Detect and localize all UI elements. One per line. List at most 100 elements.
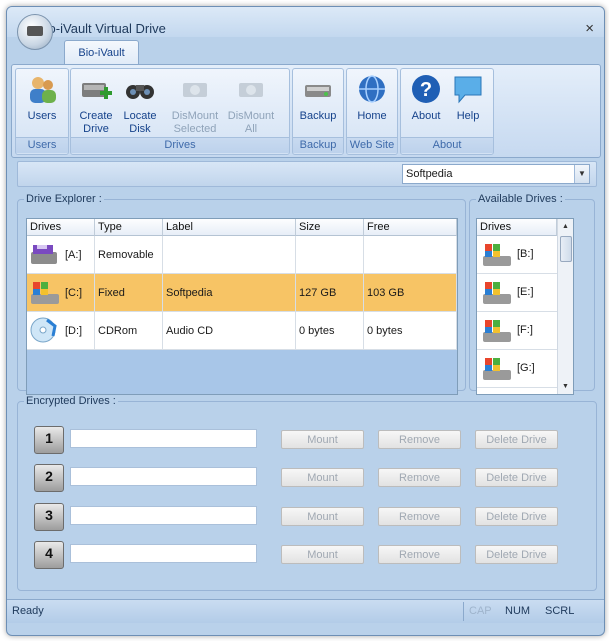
drive-cell: [A:] [27, 236, 95, 274]
group-label-backup: Backup [293, 137, 343, 153]
drive-letter: [C:] [65, 287, 83, 299]
mount-button[interactable]: Mount [281, 507, 364, 526]
column-header-drives[interactable]: Drives [27, 219, 95, 236]
drive-letter: [D:] [65, 325, 83, 337]
column-header-free[interactable]: Free [364, 219, 457, 236]
windows-drive-icon [483, 282, 511, 304]
group-label-web-site: Web Site [347, 137, 397, 153]
create-drive-button[interactable]: Create Drive [73, 73, 119, 136]
mount-button[interactable]: Mount [281, 545, 364, 564]
user-select-dropdown[interactable]: Softpedia ▼ [402, 164, 590, 184]
type-cell: Fixed [95, 274, 163, 312]
backup-icon [302, 73, 334, 105]
group-label-about: About [401, 137, 493, 153]
tab-bio-ivault[interactable]: Bio-iVault [64, 40, 139, 66]
size-cell: 127 GB [296, 274, 364, 312]
scroll-up-icon[interactable]: ▲ [558, 219, 573, 234]
status-divider [463, 602, 464, 621]
app-window: Bio-iVault Virtual Drive × Bio-iVault Us… [6, 6, 605, 636]
dismount-selected-icon [179, 73, 211, 105]
column-header-label[interactable]: Label [163, 219, 296, 236]
encrypted-drives-panel: Encrypted Drives : 1 Mount Remove Delete… [17, 395, 597, 591]
drive-letter: [B:] [517, 248, 534, 260]
list-item[interactable]: [E:] [477, 274, 557, 312]
drive-explorer-table: Drives Type Label Size Free [A:] Removab… [26, 218, 458, 395]
free-cell: 0 bytes [364, 312, 457, 350]
group-backup: Backup Backup [292, 68, 344, 155]
label-cell: Softpedia [163, 274, 296, 312]
group-users: Users Users [15, 68, 69, 155]
table-row-selected[interactable]: [C:] Fixed Softpedia 127 GB 103 GB [27, 274, 457, 312]
delete-drive-button[interactable]: Delete Drive [475, 507, 558, 526]
column-header-size[interactable]: Size [296, 219, 364, 236]
list-item[interactable]: [F:] [477, 312, 557, 350]
scroll-lock-indicator: SCRL [545, 605, 575, 617]
dismount-selected-label: DisMount Selected [171, 110, 219, 135]
ribbon-tabs: Bio-iVault [7, 37, 604, 66]
dismount-all-icon [235, 73, 267, 105]
mount-button[interactable]: Mount [281, 430, 364, 449]
drive-cell: [D:] [27, 312, 95, 350]
scroll-down-icon[interactable]: ▼ [558, 379, 573, 394]
application-menu-button[interactable] [17, 14, 53, 50]
locate-disk-button[interactable]: Locate Disk [117, 73, 163, 136]
home-button[interactable]: Home [349, 73, 395, 123]
delete-drive-button[interactable]: Delete Drive [475, 545, 558, 564]
available-drives-list: Drives [B:] [E:] [F:] [G:] ▲ ▼ [476, 218, 574, 395]
type-cell: CDRom [95, 312, 163, 350]
num-lock-indicator: NUM [505, 605, 531, 617]
table-row[interactable]: [D:] CDRom Audio CD 0 bytes 0 bytes [27, 312, 457, 350]
vertical-scrollbar[interactable]: ▲ ▼ [557, 219, 573, 394]
column-header-drives[interactable]: Drives [477, 219, 557, 236]
speech-bubble-icon [452, 73, 484, 105]
list-item[interactable]: [B:] [477, 236, 557, 274]
drive-cell: [C:] [27, 274, 95, 312]
scroll-thumb[interactable] [560, 236, 572, 262]
about-label: About [411, 110, 441, 122]
encrypted-drive-field[interactable] [70, 544, 257, 563]
available-drives-panel: Available Drives : Drives [B:] [E:] [F:]… [469, 193, 595, 395]
encrypted-drive-field[interactable] [70, 506, 257, 525]
drive-number-badge: 1 [34, 426, 64, 454]
delete-drive-button[interactable]: Delete Drive [475, 468, 558, 487]
encrypted-drive-field[interactable] [70, 467, 257, 486]
close-button[interactable]: × [585, 20, 594, 37]
dismount-selected-button[interactable]: DisMount Selected [167, 73, 223, 136]
list-item[interactable]: [G:] [477, 350, 557, 388]
size-cell [296, 236, 364, 274]
drive-explorer-legend: Drive Explorer : [26, 193, 102, 205]
remove-button[interactable]: Remove [378, 507, 461, 526]
drive-icon [27, 26, 43, 36]
backup-button[interactable]: Backup [295, 73, 341, 123]
about-button[interactable]: ? About [403, 73, 449, 123]
dismount-all-label: DisMount All [227, 110, 275, 135]
binoculars-icon [124, 73, 156, 105]
drive-explorer-panel: Drive Explorer : Drives Type Label Size … [17, 193, 466, 395]
column-header-type[interactable]: Type [95, 219, 163, 236]
label-cell: Audio CD [163, 312, 296, 350]
users-button[interactable]: Users [19, 73, 65, 123]
size-cell: 0 bytes [296, 312, 364, 350]
group-drives: Create Drive Locate Disk DisMount Select… [70, 68, 290, 155]
table-row[interactable]: [A:] Removable [27, 236, 457, 274]
group-label-drives: Drives [71, 137, 289, 153]
globe-icon [356, 73, 388, 105]
remove-button[interactable]: Remove [378, 545, 461, 564]
group-label-users: Users [16, 137, 68, 153]
encrypted-drive-slot: 1 Mount Remove Delete Drive [18, 426, 578, 456]
help-button[interactable]: Help [445, 73, 491, 123]
delete-drive-button[interactable]: Delete Drive [475, 430, 558, 449]
chevron-down-icon[interactable]: ▼ [574, 165, 589, 183]
status-bar: Ready CAP NUM SCRL [7, 599, 604, 623]
svg-text:?: ? [420, 79, 432, 101]
free-cell: 103 GB [364, 274, 457, 312]
type-cell: Removable [95, 236, 163, 274]
drive-letter: [G:] [517, 362, 535, 374]
remove-button[interactable]: Remove [378, 468, 461, 487]
dismount-all-button[interactable]: DisMount All [223, 73, 279, 136]
mount-button[interactable]: Mount [281, 468, 364, 487]
encrypted-drive-field[interactable] [70, 429, 257, 448]
encrypted-drives-legend: Encrypted Drives : [26, 395, 116, 407]
remove-button[interactable]: Remove [378, 430, 461, 449]
drive-number-badge: 4 [34, 541, 64, 569]
